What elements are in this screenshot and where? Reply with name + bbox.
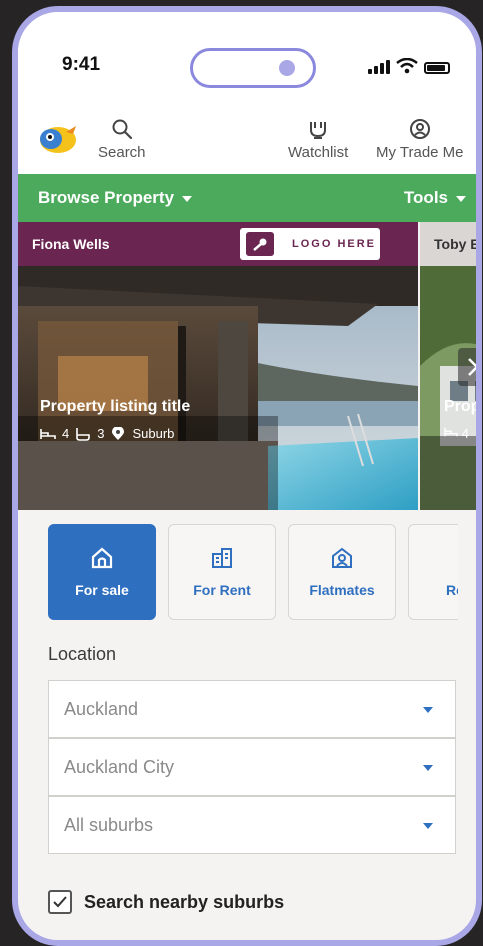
listing-photo: [18, 266, 418, 510]
account-icon: [409, 119, 430, 139]
chevron-down-icon: [423, 707, 433, 713]
suburb-label: Suburb: [132, 426, 175, 441]
chevron-down-icon: [456, 195, 466, 202]
my-trade-me-button[interactable]: My Trade Me: [376, 118, 464, 161]
dynamic-island: [190, 48, 316, 88]
app-header: Search Watchlist My Trade Me: [18, 102, 476, 174]
tools-menu[interactable]: Tools: [404, 188, 466, 208]
listing-card[interactable]: Fiona Wells LOGO HERE Property listing t…: [18, 222, 418, 510]
check-icon: [53, 896, 67, 908]
camera-dot: [279, 60, 295, 76]
listing-meta: 4: [444, 426, 469, 441]
browse-property-menu[interactable]: Browse Property: [38, 188, 193, 208]
signal-icon: [368, 60, 390, 74]
location-pin-icon: [112, 426, 125, 440]
house-icon: [91, 547, 113, 569]
chevron-right-icon: [468, 358, 476, 376]
search-button[interactable]: Search: [98, 118, 146, 161]
tab-for-sale[interactable]: For sale: [48, 524, 156, 620]
tab-label: Retir: [446, 582, 458, 598]
flatmates-icon: [332, 547, 352, 568]
status-time: 9:41: [62, 54, 101, 75]
wifi-icon: [396, 58, 418, 74]
tab-for-rent[interactable]: For Rent: [168, 524, 276, 620]
listing-photo: [420, 266, 476, 510]
bath-icon: [76, 427, 91, 441]
apartment-icon: [212, 548, 232, 568]
kiwi-logo-icon[interactable]: [36, 120, 78, 154]
nearby-checkbox[interactable]: [48, 890, 72, 914]
search-icon: [112, 119, 132, 140]
agent-banner: Fiona Wells LOGO HERE: [18, 222, 418, 266]
location-heading: Location: [48, 644, 117, 664]
bedroom-count: 4: [461, 426, 469, 441]
chevron-down-icon: [182, 195, 193, 202]
search-nearby-option[interactable]: Search nearby suburbs: [48, 890, 284, 914]
nearby-label: Search nearby suburbs: [84, 891, 285, 912]
bathroom-count: 3: [97, 426, 105, 441]
system-icons: [368, 58, 450, 74]
listing-title: Property listing title: [40, 398, 191, 415]
suburb-select[interactable]: All suburbs: [48, 796, 456, 854]
featured-listings-carousel[interactable]: Fiona Wells LOGO HERE Property listing t…: [18, 222, 476, 510]
retirement-icon: [450, 546, 458, 570]
chevron-down-icon: [423, 765, 433, 771]
tab-label: Flatmates: [309, 582, 375, 598]
agent-name: Fiona Wells: [32, 236, 110, 252]
listing-title: Prop: [444, 398, 476, 415]
tools-label: Tools: [403, 188, 448, 207]
watchlist-label: Watchlist: [288, 144, 349, 161]
district-value: Auckland City: [64, 757, 175, 777]
tab-label: For Rent: [193, 582, 251, 598]
region-value: Auckland: [64, 699, 139, 719]
tab-retirement[interactable]: Retir: [408, 524, 458, 620]
tab-label: For sale: [75, 582, 129, 598]
agent-banner: Toby Be: [420, 222, 476, 266]
phone-frame: 9:41 Search Watchlist My Trade Me Browse…: [12, 6, 482, 946]
browse-nav-bar: Browse Property Tools: [18, 174, 476, 222]
battery-icon: [424, 62, 450, 74]
status-bar: 9:41: [18, 12, 476, 102]
district-select[interactable]: Auckland City: [48, 738, 456, 796]
agency-logo: LOGO HERE: [240, 228, 380, 260]
property-category-tabs: For sale For Rent Flatmates Retir: [48, 524, 458, 622]
bedroom-count: 4: [62, 426, 70, 441]
watchlist-icon: [310, 122, 327, 139]
search-label: Search: [98, 144, 146, 161]
chevron-down-icon: [423, 823, 433, 829]
listing-meta: 4 3 Suburb: [40, 426, 174, 441]
my-trade-me-label: My Trade Me: [376, 144, 464, 161]
key-icon: [246, 232, 274, 256]
tab-flatmates[interactable]: Flatmates: [288, 524, 396, 620]
suburb-value: All suburbs: [64, 815, 154, 835]
watchlist-button[interactable]: Watchlist: [288, 118, 348, 161]
listing-card[interactable]: Toby Be Prop 4: [420, 222, 476, 510]
agent-name: Toby Be: [434, 236, 476, 252]
carousel-next-button[interactable]: [458, 348, 476, 386]
bed-icon: [40, 428, 56, 439]
bed-icon: [444, 427, 458, 437]
logo-placeholder-text: LOGO HERE: [292, 238, 377, 250]
region-select[interactable]: Auckland: [48, 680, 456, 738]
browse-property-label: Browse Property: [38, 188, 175, 207]
